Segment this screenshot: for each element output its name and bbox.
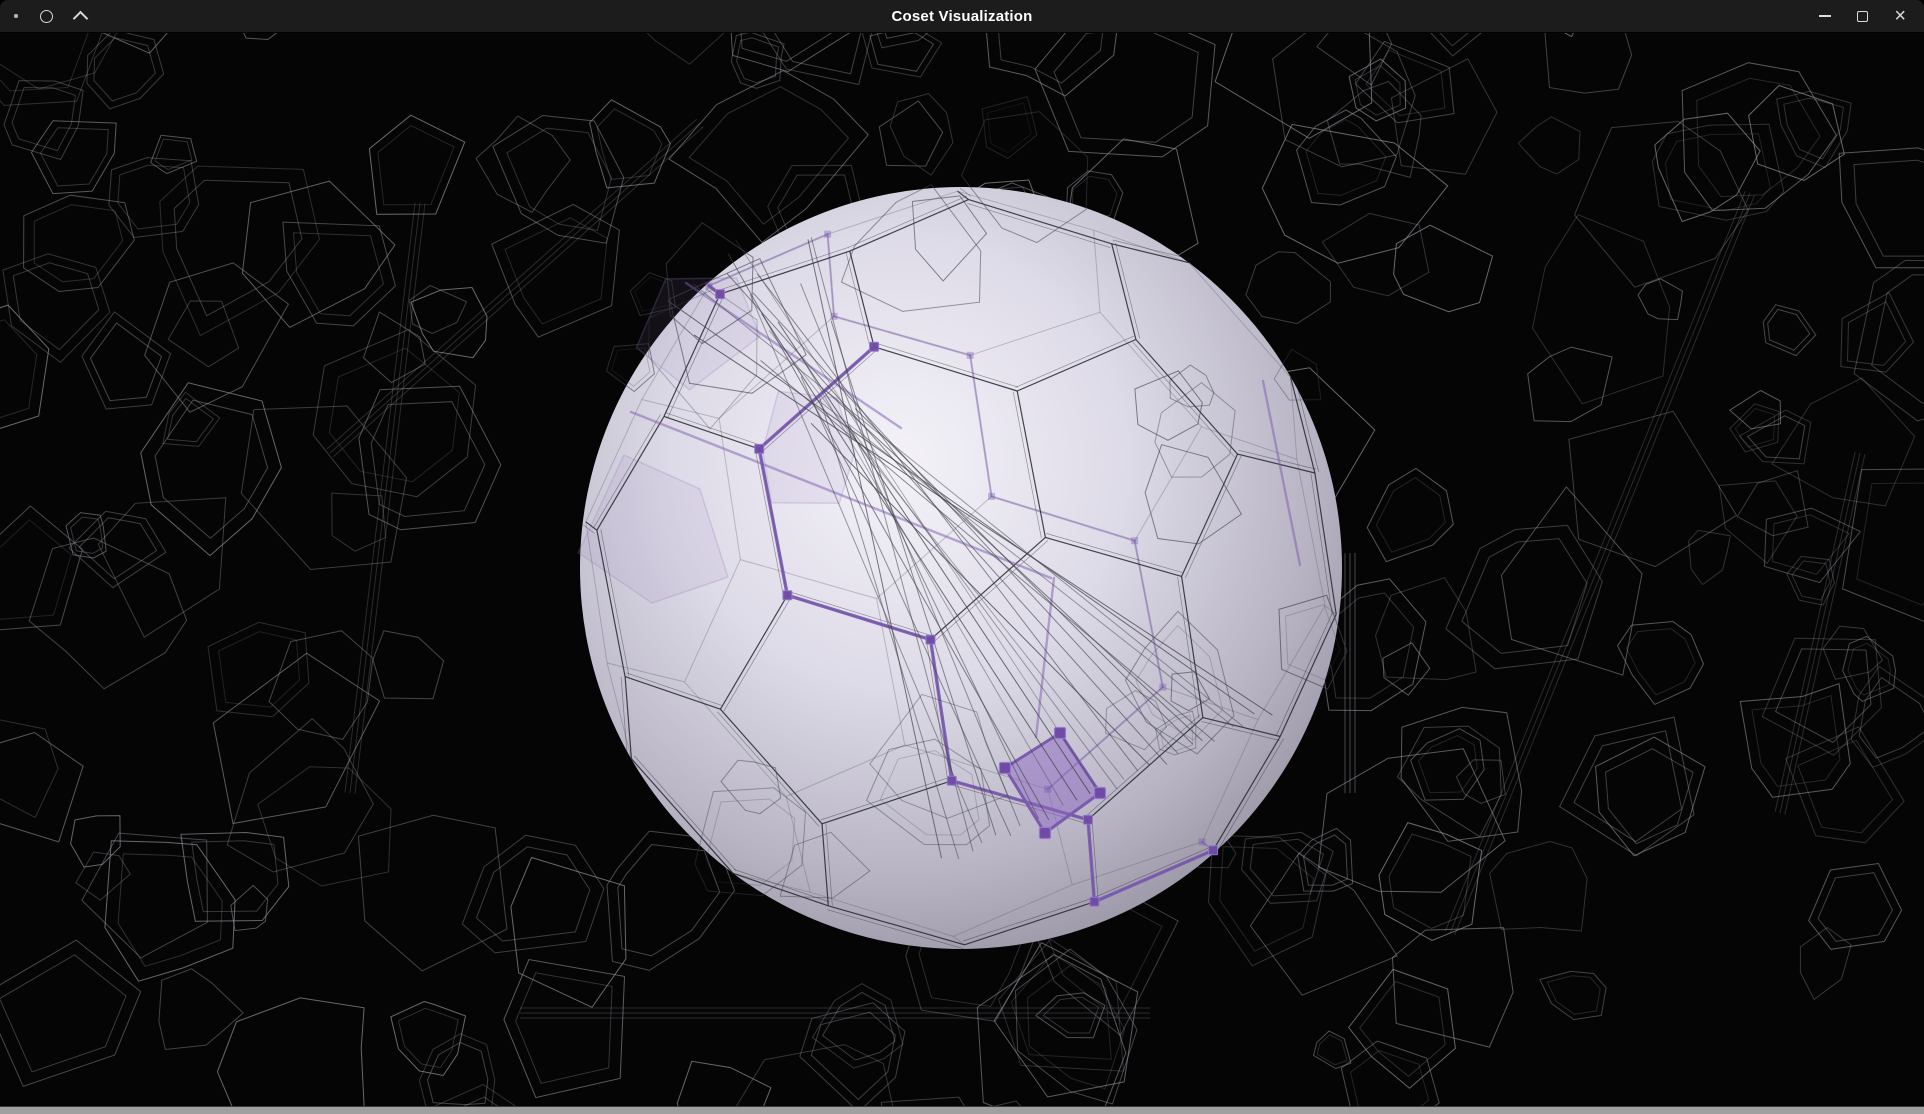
window-bottom-edge xyxy=(0,1106,1924,1114)
circle-icon xyxy=(40,10,53,23)
window-controls: × xyxy=(1819,6,1924,26)
maximize-button[interactable] xyxy=(1857,11,1868,22)
status-dot-icon xyxy=(14,14,18,18)
record-circle-button[interactable] xyxy=(40,10,53,23)
titlebar-left-controls xyxy=(0,9,86,24)
window-title: Coset Visualization xyxy=(0,8,1924,25)
expand-button[interactable] xyxy=(75,9,86,24)
titlebar[interactable]: Coset Visualization × xyxy=(0,0,1924,33)
maximize-icon xyxy=(1857,11,1868,22)
minimize-button[interactable] xyxy=(1819,15,1831,17)
viz-viewport[interactable] xyxy=(0,33,1924,1106)
app-window: Coset Visualization × xyxy=(0,0,1924,1114)
minimize-icon xyxy=(1819,15,1831,17)
close-button[interactable]: × xyxy=(1894,6,1906,26)
chevron-up-icon xyxy=(73,10,89,26)
coset-3d-scene[interactable] xyxy=(0,33,1924,1106)
